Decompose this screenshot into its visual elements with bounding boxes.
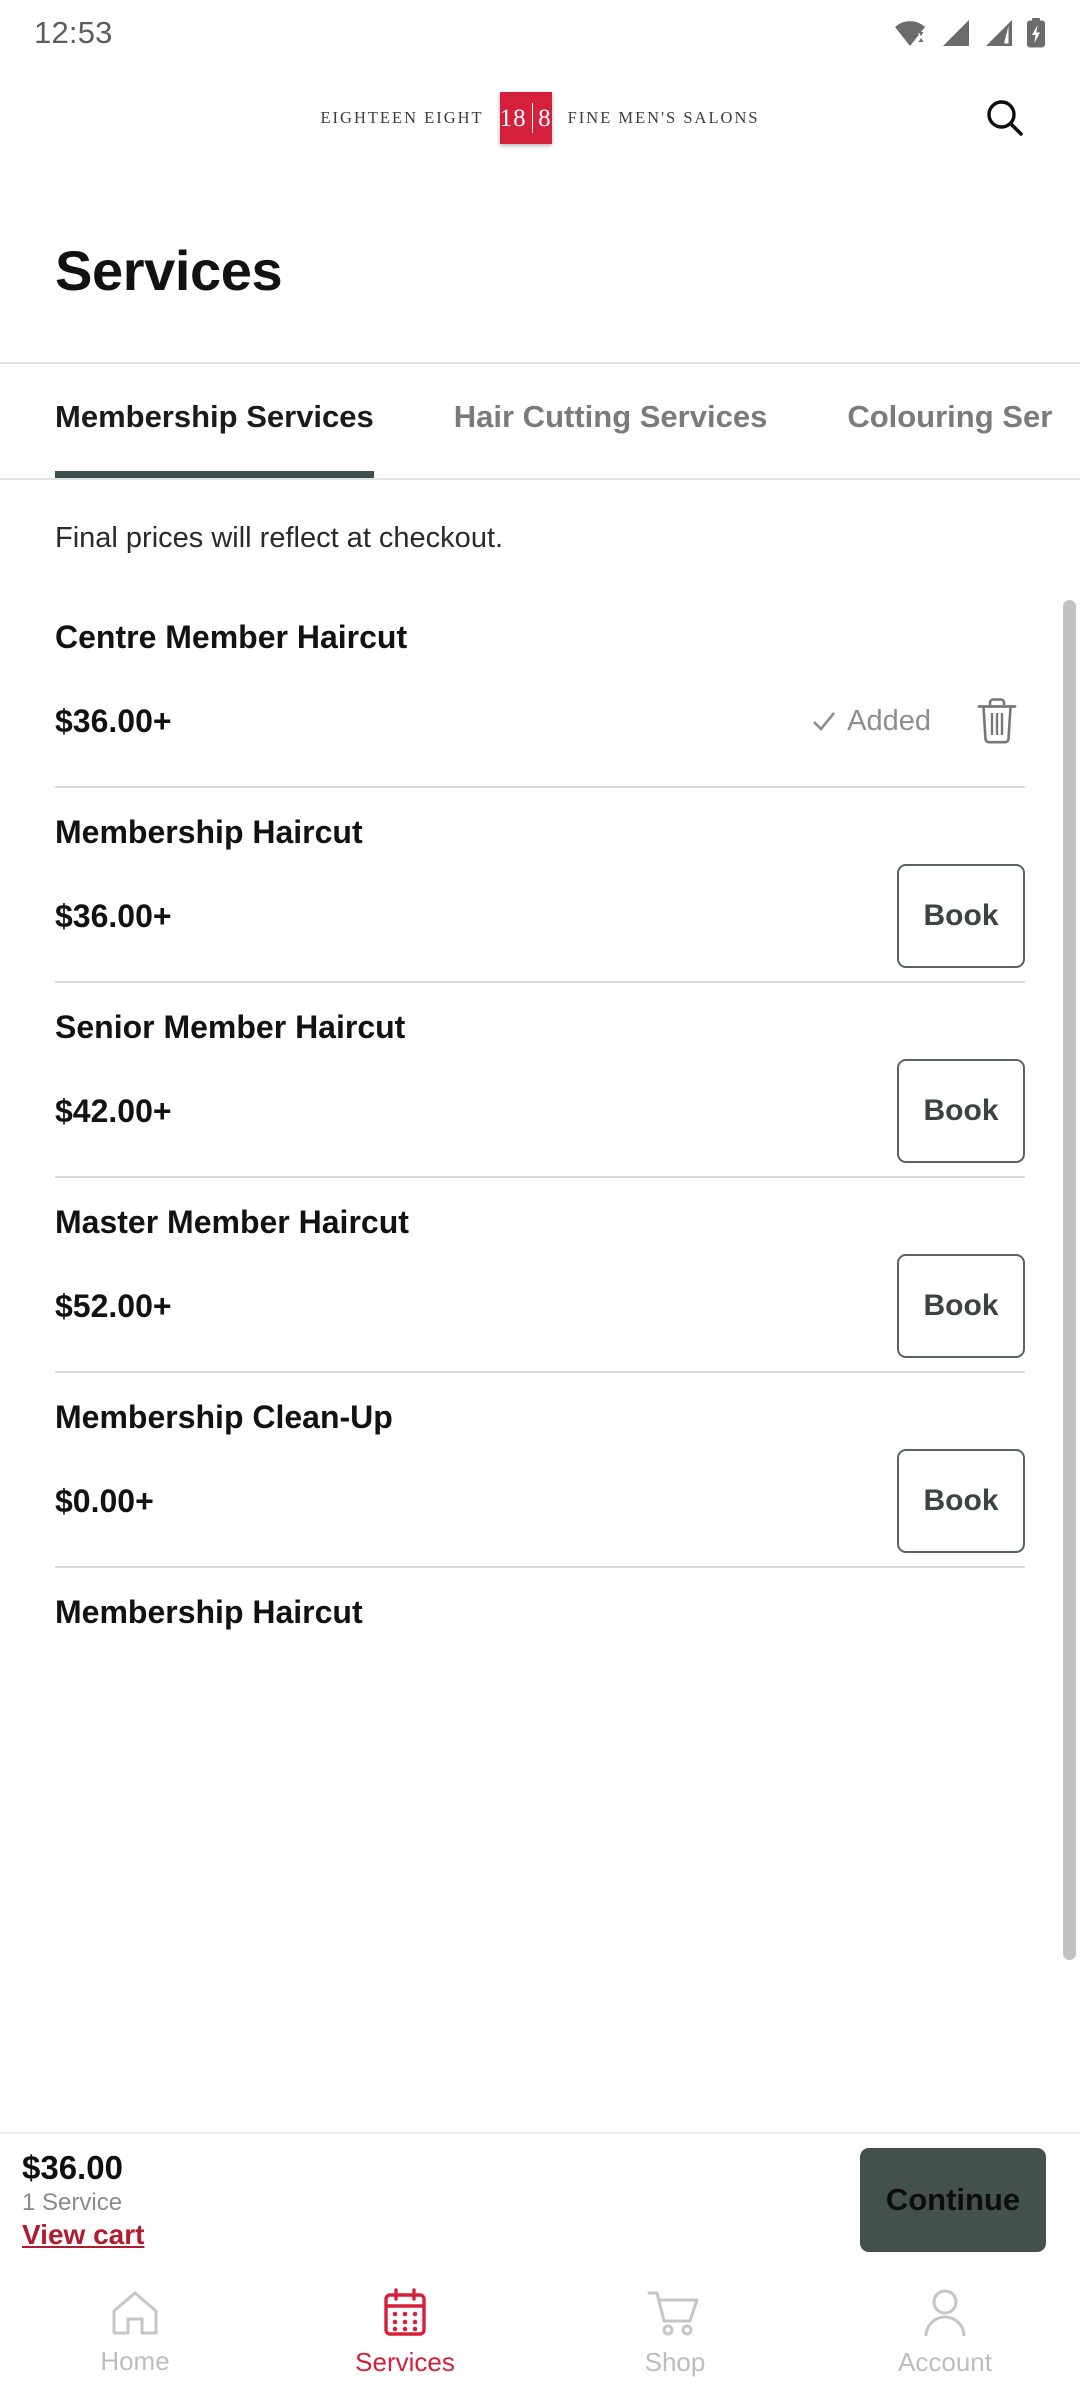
service-name: Membership Haircut [55, 1594, 363, 1630]
tab-bar[interactable]: Membership Services Hair Cutting Service… [0, 362, 1080, 480]
service-item[interactable]: Master Member Haircut $52.00+ Book [0, 1178, 1080, 1371]
home-icon [112, 2291, 158, 2335]
search-icon [987, 100, 1023, 136]
cart-total: $36.00 [22, 2149, 123, 2186]
cart-item-count: 1 Service [22, 2189, 123, 2216]
logo-text-right: FINE MEN'S SALONS [567, 108, 760, 127]
logo-mark-left: 18 [499, 104, 527, 132]
continue-button[interactable]: Continue [860, 2148, 1046, 2252]
trash-icon [977, 698, 1017, 744]
vertical-scrollbar[interactable] [1063, 600, 1076, 1960]
nav-item-services[interactable]: Services [270, 2288, 540, 2378]
view-cart-link[interactable]: View cart [22, 2219, 144, 2251]
battery-charging-icon [1027, 18, 1045, 48]
service-name: Membership Haircut [55, 814, 363, 850]
cart-summary: $36.00 1 Service View cart [22, 2149, 144, 2251]
service-price: $52.00+ [55, 1287, 172, 1324]
search-button[interactable] [972, 85, 1038, 151]
service-row: $36.00+ Book [55, 851, 1025, 981]
status-icons [893, 18, 1046, 48]
service-name: Membership Clean-Up [55, 1399, 393, 1435]
services-list: Centre Member Haircut $36.00+ Added Memb… [0, 593, 1080, 1631]
person-icon [924, 2289, 966, 2337]
app-root: 12:53 EIGHTEEN EIGHT 18 8 FINE MEN'S SAL… [0, 0, 1080, 2400]
services-scroll-area[interactable]: Final prices will reflect at checkout. C… [0, 480, 1080, 2108]
added-label: Added [847, 704, 931, 737]
logo-mark-right: 8 [538, 104, 552, 132]
nav-item-shop[interactable]: Shop [540, 2288, 810, 2378]
service-item[interactable]: Membership Clean-Up $0.00+ Book [0, 1373, 1080, 1566]
delete-service-button[interactable] [969, 693, 1025, 749]
service-price: $36.00+ [55, 897, 172, 934]
service-row: $0.00+ Book [55, 1436, 1025, 1566]
book-button[interactable]: Book [897, 1254, 1025, 1358]
logo-mark: 18 8 [500, 92, 552, 144]
signal-icon [986, 20, 1012, 46]
tab-list: Membership Services Hair Cutting Service… [0, 364, 1080, 478]
service-name: Senior Member Haircut [55, 1009, 406, 1045]
status-bar: 12:53 [0, 0, 1080, 66]
book-button[interactable]: Book [897, 864, 1025, 968]
nav-label-account: Account [898, 2347, 992, 2377]
signal-icon [943, 20, 969, 46]
book-button[interactable]: Book [897, 1059, 1025, 1163]
nav-label-services: Services [355, 2347, 455, 2377]
service-row: $42.00+ Book [55, 1046, 1025, 1176]
service-name: Centre Member Haircut [55, 619, 408, 655]
service-item[interactable]: Senior Member Haircut $42.00+ Book [0, 983, 1080, 1176]
calendar-icon [384, 2288, 426, 2336]
service-row: $36.00+ Added [55, 656, 1025, 786]
cart-summary-bar: $36.00 1 Service View cart Continue [0, 2132, 1080, 2266]
service-row: $52.00+ Book [55, 1241, 1025, 1371]
added-status: Added [811, 705, 931, 738]
service-name: Master Member Haircut [55, 1204, 409, 1240]
wifi-icon [895, 21, 925, 46]
service-item[interactable]: Membership Haircut $36.00+ Book [0, 788, 1080, 981]
book-button[interactable]: Book [897, 1449, 1025, 1553]
service-item[interactable]: Centre Member Haircut $36.00+ Added [0, 593, 1080, 786]
tab-colouring-services[interactable]: Colouring Ser [847, 364, 1052, 478]
bottom-navigation: Home Services Shop Account [0, 2266, 1080, 2400]
logo-divider [531, 103, 534, 133]
service-price: $0.00+ [55, 1482, 154, 1519]
nav-item-home[interactable]: Home [0, 2289, 270, 2377]
service-price: $42.00+ [55, 1092, 172, 1129]
cart-icon [647, 2291, 699, 2336]
tab-membership-services[interactable]: Membership Services [55, 364, 374, 478]
brand-logo: EIGHTEEN EIGHT 18 8 FINE MEN'S SALONS [320, 92, 759, 144]
price-notice: Final prices will reflect at checkout. [55, 522, 504, 554]
page-title: Services [55, 239, 283, 302]
nav-label-home: Home [100, 2346, 170, 2376]
service-price: $36.00+ [55, 702, 172, 739]
service-actions: Added [811, 693, 1025, 749]
tab-hair-cutting-services[interactable]: Hair Cutting Services [454, 364, 768, 478]
check-icon [813, 712, 836, 731]
app-header: EIGHTEEN EIGHT 18 8 FINE MEN'S SALONS [0, 66, 1080, 170]
nav-item-account[interactable]: Account [810, 2288, 1080, 2378]
nav-label-shop: Shop [644, 2347, 706, 2377]
status-time: 12:53 [34, 15, 113, 50]
service-item[interactable]: Membership Haircut [0, 1568, 1080, 1631]
logo-text-left: EIGHTEEN EIGHT [320, 108, 484, 127]
